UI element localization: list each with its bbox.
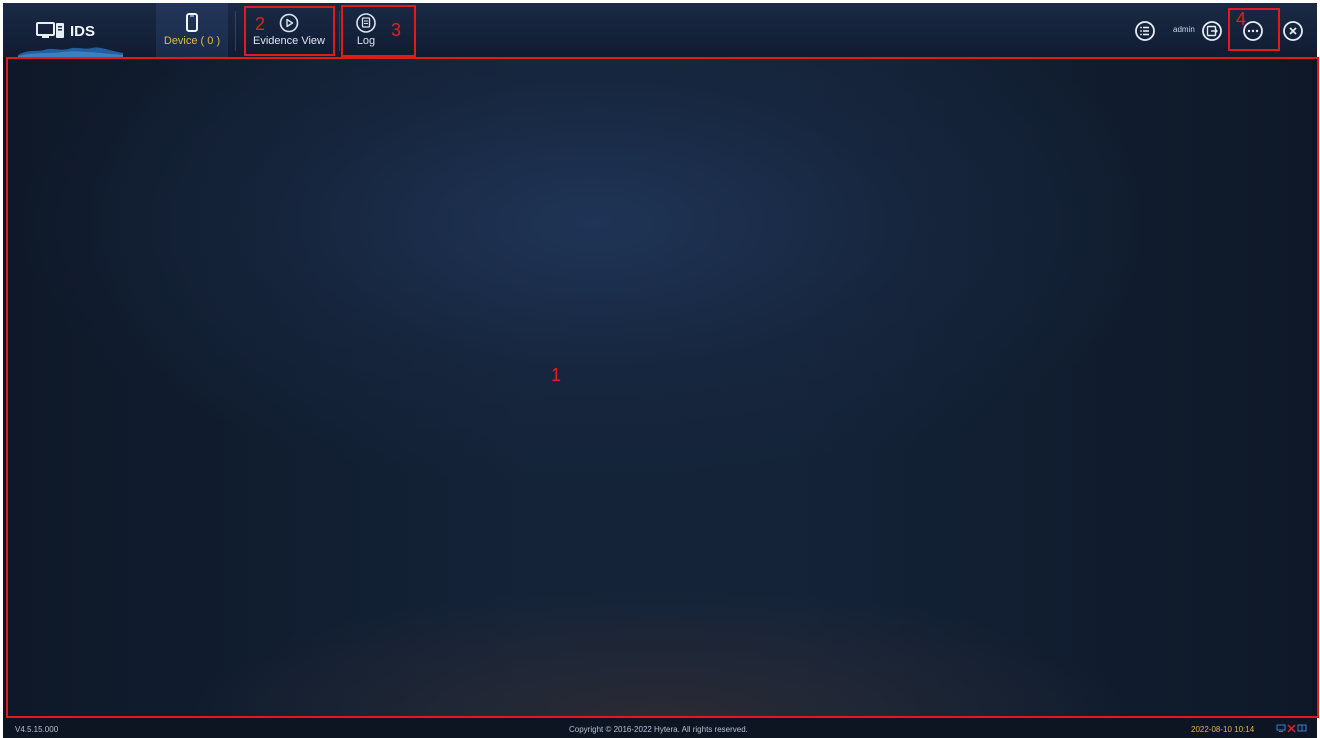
tab-device-label: Device ( 0 )	[163, 35, 221, 47]
status-icons	[1276, 723, 1307, 733]
tab-evidence-label: Evidence View	[253, 35, 325, 47]
disconnected-icon	[1287, 724, 1296, 733]
datetime-text: 2022-08-10 10:14	[1191, 725, 1255, 734]
list-icon[interactable]	[1134, 20, 1156, 42]
annotation-label-1: 1	[551, 365, 562, 385]
tab-divider	[235, 11, 236, 51]
status-bar: V4.5.15.000 Copyright © 2016-2022 Hytera…	[3, 719, 1317, 738]
annotation-label-2: 2	[255, 14, 266, 34]
phone-icon	[186, 13, 198, 32]
main-content-area	[7, 59, 1312, 717]
app-name: IDS	[70, 22, 96, 40]
annotation-label-3: 3	[391, 20, 402, 40]
tab-log[interactable]: Log	[346, 3, 386, 57]
logo-wave-graphic	[18, 47, 123, 57]
top-bar: IDS Device ( 0 ) Evidence View Log admin	[3, 3, 1317, 57]
copyright-text: Copyright © 2016-2022 Hytera. All rights…	[569, 725, 748, 734]
close-icon[interactable]	[1282, 20, 1304, 42]
user-name[interactable]: admin	[1173, 25, 1195, 34]
tab-log-label: Log	[356, 35, 376, 47]
monitor-icon	[36, 22, 64, 38]
tab-device[interactable]: Device ( 0 )	[156, 3, 228, 57]
tab-divider	[339, 11, 340, 51]
log-file-icon	[356, 13, 376, 33]
annotation-label-4: 4	[1236, 9, 1247, 29]
app-window: IDS Device ( 0 ) Evidence View Log admin…	[3, 3, 1317, 738]
play-circle-icon	[279, 13, 299, 33]
logout-icon[interactable]	[1201, 20, 1223, 42]
storage-icon	[1297, 724, 1307, 732]
version-text: V4.5.15.000	[15, 725, 59, 734]
app-logo: IDS	[36, 21, 95, 41]
network-monitor-icon	[1276, 724, 1286, 732]
